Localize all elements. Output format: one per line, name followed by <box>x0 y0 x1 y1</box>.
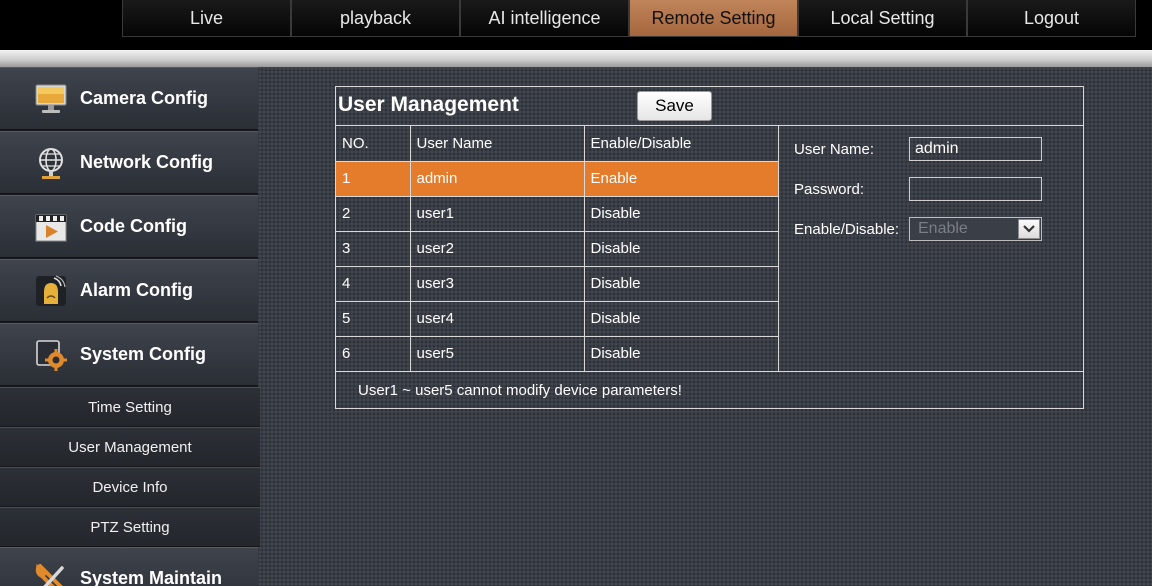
permission-note: User1 ~ user5 cannot modify device param… <box>336 371 1083 408</box>
enable-row: Enable/Disable: Enable <box>794 217 1042 241</box>
cell-user-name: user5 <box>409 335 585 372</box>
monitor-icon <box>32 82 70 116</box>
video-clapper-icon <box>32 210 70 244</box>
cell-status: Disable <box>583 335 779 372</box>
header-divider-strip <box>0 50 1152 67</box>
table-header-row: NO. User Name Enable/Disable <box>336 126 779 162</box>
cell-status: Disable <box>583 265 779 302</box>
alarm-siren-icon <box>32 274 70 308</box>
column-header-no: NO. <box>336 126 411 162</box>
enable-disable-selected-value: Enable <box>918 220 968 237</box>
tab-remote-setting[interactable]: Remote Setting <box>629 0 798 37</box>
cell-no: 6 <box>336 335 411 372</box>
cell-status: Disable <box>583 300 779 337</box>
cell-no: 4 <box>336 265 411 302</box>
tab-playback[interactable]: playback <box>291 0 460 37</box>
sidebar-subitem-ptz-setting[interactable]: PTZ Setting <box>0 507 260 547</box>
tab-logout[interactable]: Logout <box>967 0 1136 37</box>
tab-ai-intelligence[interactable]: AI intelligence <box>460 0 629 37</box>
sidebar-item-label: Alarm Config <box>80 280 194 300</box>
username-field[interactable] <box>909 137 1042 161</box>
cell-no: 3 <box>336 230 411 267</box>
sidebar: Camera Config Network Config Code Config… <box>0 67 260 586</box>
cell-user-name: user4 <box>409 300 585 337</box>
wrench-tools-icon <box>32 562 70 586</box>
cell-status: Enable <box>583 160 779 197</box>
cell-status: Disable <box>583 230 779 267</box>
sidebar-item-alarm-config[interactable]: Alarm Config <box>0 259 258 323</box>
table-row[interactable]: 1 admin Enable <box>336 160 779 197</box>
table-row[interactable]: 5 user4 Disable <box>336 300 779 337</box>
sidebar-subitem-user-management[interactable]: User Management <box>0 427 260 467</box>
page-title: User Management <box>338 93 519 116</box>
username-row: User Name: <box>794 137 1042 161</box>
user-edit-form: User Name: Password: Enable/Disable: Ena… <box>778 126 1083 371</box>
tab-live[interactable]: Live <box>122 0 291 37</box>
table-row[interactable]: 2 user1 Disable <box>336 195 779 232</box>
cell-no: 5 <box>336 300 411 337</box>
password-field[interactable] <box>909 177 1042 201</box>
sidebar-subitem-device-info[interactable]: Device Info <box>0 467 260 507</box>
table-row[interactable]: 6 user5 Disable <box>336 335 779 372</box>
enable-disable-label: Enable/Disable: <box>794 220 900 238</box>
sidebar-subitem-time-setting[interactable]: Time Setting <box>0 387 260 427</box>
sidebar-item-label: Network Config <box>80 152 213 172</box>
cell-no: 1 <box>336 160 411 197</box>
gear-config-icon <box>32 338 70 372</box>
sidebar-item-label: Camera Config <box>80 88 209 108</box>
sidebar-item-system-config[interactable]: System Config <box>0 323 258 387</box>
column-header-enable-disable: Enable/Disable <box>583 126 779 162</box>
globe-network-icon <box>32 146 70 180</box>
sidebar-item-label: System Maintain <box>80 568 223 586</box>
table-row[interactable]: 4 user3 Disable <box>336 265 779 302</box>
save-button[interactable]: Save <box>637 91 712 121</box>
panel-header: User Management Save <box>336 87 1083 126</box>
cell-user-name: user3 <box>409 265 585 302</box>
password-row: Password: <box>794 177 1042 201</box>
chevron-down-icon[interactable] <box>1018 219 1040 239</box>
cell-status: Disable <box>583 195 779 232</box>
user-management-panel: User Management Save NO. User Name Enabl… <box>335 86 1084 409</box>
cell-user-name: user2 <box>409 230 585 267</box>
cell-no: 2 <box>336 195 411 232</box>
cell-user-name: admin <box>409 160 585 197</box>
password-label: Password: <box>794 180 865 198</box>
username-label: User Name: <box>794 140 875 158</box>
enable-disable-select[interactable]: Enable <box>909 217 1042 241</box>
top-nav-bar: Live playback AI intelligence Remote Set… <box>0 0 1152 50</box>
sidebar-item-label: Code Config <box>80 216 187 236</box>
sidebar-item-system-maintain[interactable]: System Maintain <box>0 547 258 586</box>
sidebar-item-camera-config[interactable]: Camera Config <box>0 67 258 131</box>
cell-user-name: user1 <box>409 195 585 232</box>
user-table: NO. User Name Enable/Disable 1 admin Ena… <box>336 126 779 372</box>
sidebar-item-network-config[interactable]: Network Config <box>0 131 258 195</box>
nav-tabs: Live playback AI intelligence Remote Set… <box>122 0 1136 37</box>
sidebar-item-code-config[interactable]: Code Config <box>0 195 258 259</box>
sidebar-item-label: System Config <box>80 344 207 364</box>
tab-local-setting[interactable]: Local Setting <box>798 0 967 37</box>
column-header-user-name: User Name <box>409 126 585 162</box>
table-row[interactable]: 3 user2 Disable <box>336 230 779 267</box>
